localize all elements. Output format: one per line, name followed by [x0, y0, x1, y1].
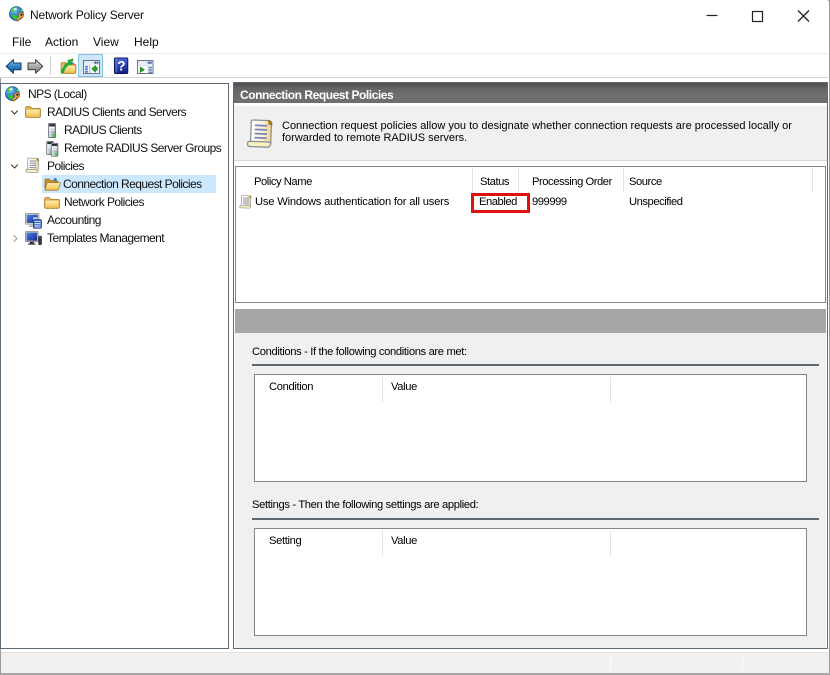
svg-text:?: ?	[117, 59, 125, 74]
